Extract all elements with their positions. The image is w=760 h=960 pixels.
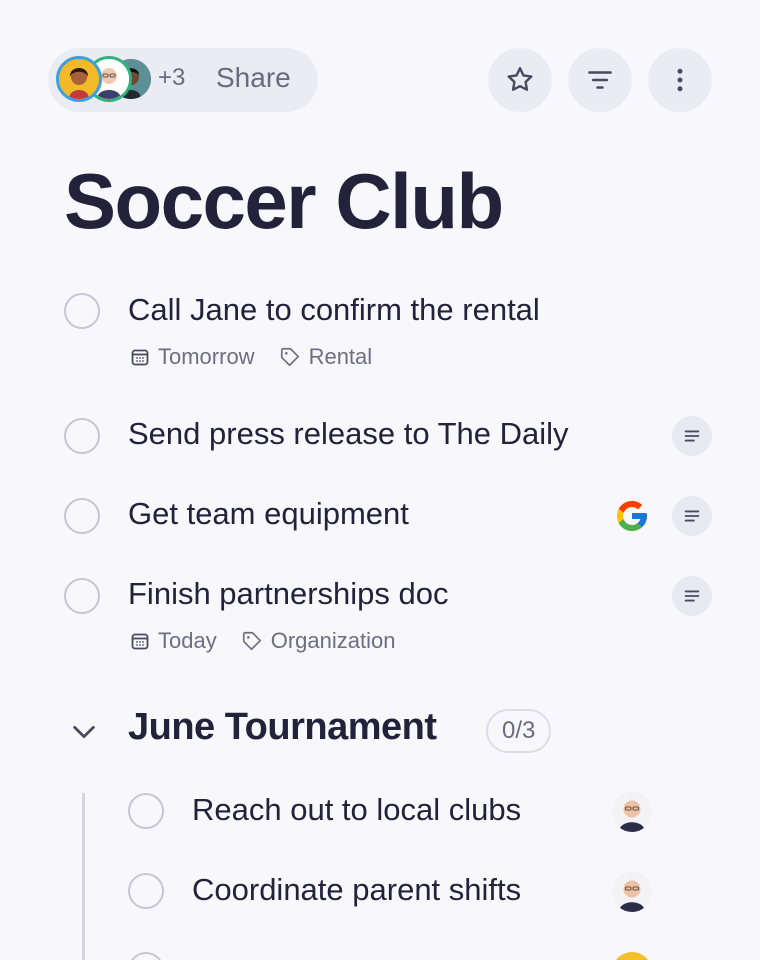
notes-icon <box>684 430 700 442</box>
tag-icon <box>242 631 261 651</box>
tag-icon <box>280 347 299 367</box>
task-due-date[interactable]: Today <box>158 628 217 654</box>
collaborator-count: +3 <box>158 64 186 91</box>
task-title[interactable]: Coordinate parent shifts <box>192 872 521 908</box>
task-checkbox[interactable] <box>64 498 100 534</box>
share-label: Share <box>216 62 291 93</box>
task-title[interactable]: Call Jane to confirm the rental <box>128 292 540 328</box>
task-title[interactable]: Get team equipment <box>128 496 409 532</box>
task-checkbox[interactable] <box>128 873 164 909</box>
section-progress-badge: 0/3 <box>486 709 552 753</box>
section-title[interactable]: June Tournament <box>128 706 437 749</box>
chevron-down-icon[interactable] <box>70 718 98 746</box>
task-due-date[interactable]: Tomorrow <box>158 344 255 370</box>
notes-icon <box>684 590 700 602</box>
task-title[interactable]: Finish partnerships doc <box>128 576 449 612</box>
task-meta: Tomorrow Rental <box>130 344 372 370</box>
task-checkbox[interactable] <box>128 793 164 829</box>
page-title: Soccer Club <box>64 157 504 245</box>
task-notes-button[interactable] <box>672 416 712 456</box>
task-meta: Today Organization <box>130 628 395 654</box>
star-icon <box>507 67 533 91</box>
share-button[interactable]: +3 Share <box>48 48 318 112</box>
more-options-button[interactable] <box>648 48 712 112</box>
task-title[interactable]: Reach out to local clubs <box>192 792 521 828</box>
assignee-avatar[interactable] <box>612 792 652 832</box>
task-tag[interactable]: Rental <box>309 344 373 370</box>
collaborator-avatar <box>56 56 102 102</box>
filter-icon <box>588 71 612 89</box>
notes-icon <box>684 510 700 522</box>
filter-button[interactable] <box>568 48 632 112</box>
favorite-button[interactable] <box>488 48 552 112</box>
assignee-avatar[interactable] <box>612 872 652 912</box>
task-notes-button[interactable] <box>672 576 712 616</box>
google-icon <box>617 501 647 531</box>
assignee-avatar[interactable] <box>612 952 652 960</box>
task-checkbox[interactable] <box>64 578 100 614</box>
task-notes-button[interactable] <box>672 496 712 536</box>
calendar-icon <box>131 349 149 366</box>
task-checkbox[interactable] <box>128 952 164 960</box>
task-title[interactable]: Send press release to The Daily <box>128 416 569 452</box>
calendar-icon <box>131 633 149 650</box>
page: +3 Share Soccer Club Call Jane to confir… <box>0 0 760 960</box>
task-tag[interactable]: Organization <box>271 628 396 654</box>
task-checkbox[interactable] <box>64 293 100 329</box>
task-checkbox[interactable] <box>64 418 100 454</box>
more-vertical-icon <box>677 68 683 92</box>
section-thread-line <box>82 793 85 960</box>
